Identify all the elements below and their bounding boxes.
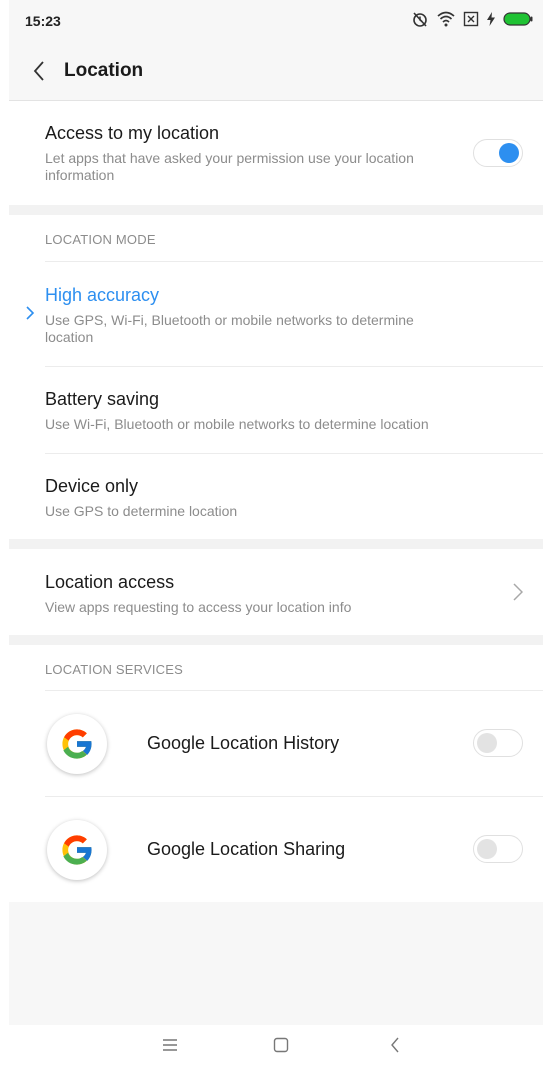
google-logo-icon — [47, 820, 107, 880]
mode-option-title: Device only — [45, 476, 139, 496]
location-services-section: LOCATION SERVICES Google Location Histor… — [9, 645, 543, 902]
mode-option-battery-saving[interactable]: Battery saving Use Wi-Fi, Bluetooth or m… — [9, 367, 543, 453]
toggle-knob — [477, 839, 497, 859]
selected-chevron-icon — [26, 306, 35, 320]
mode-option-high-accuracy[interactable]: High accuracy Use GPS, Wi-Fi, Bluetooth … — [9, 262, 543, 366]
nav-back-icon — [391, 1037, 399, 1053]
location-mode-section: LOCATION MODE High accuracy Use GPS, Wi-… — [9, 215, 543, 539]
mode-option-subtitle: Use Wi-Fi, Bluetooth or mobile networks … — [45, 416, 429, 432]
back-button[interactable] — [27, 58, 51, 84]
home-button[interactable] — [267, 1033, 295, 1057]
section-gap — [9, 635, 543, 645]
menu-icon — [163, 1039, 177, 1051]
mode-option-subtitle: Use GPS to determine location — [45, 503, 238, 519]
location-access-subtitle: View apps requesting to access your loca… — [45, 599, 352, 615]
access-title: Access to my location — [45, 123, 220, 143]
location-access-section: Location access View apps requesting to … — [9, 549, 543, 635]
back-arrow-icon — [33, 61, 44, 81]
location-mode-header: LOCATION MODE — [45, 232, 156, 247]
service-item-location-sharing[interactable]: Google Location Sharing — [9, 797, 543, 902]
access-toggle[interactable] — [473, 139, 523, 167]
page-title: Location — [64, 60, 144, 81]
home-square-icon — [273, 1037, 289, 1053]
battery-icon — [503, 11, 533, 31]
section-gap — [9, 205, 543, 215]
toggle-knob — [499, 143, 519, 163]
location-access-row[interactable]: Location access View apps requesting to … — [9, 549, 543, 635]
location-history-toggle[interactable] — [473, 729, 523, 757]
access-section: Access to my location Let apps that have… — [9, 101, 543, 205]
mode-option-device-only[interactable]: Device only Use GPS to determine locatio… — [9, 454, 543, 539]
location-access-title: Location access — [45, 572, 175, 592]
section-gap — [9, 539, 543, 549]
status-bar: 15:23 — [9, 0, 543, 44]
screen: 15:23 Location Access to my location Let… — [9, 0, 543, 1065]
navigation-bar — [9, 1025, 543, 1065]
location-sharing-toggle[interactable] — [473, 835, 523, 863]
access-row[interactable]: Access to my location Let apps that have… — [9, 101, 543, 205]
mode-option-subtitle: Use GPS, Wi-Fi, Bluetooth or mobile netw… — [45, 312, 414, 345]
header: Location — [9, 44, 543, 101]
menu-button[interactable] — [156, 1033, 184, 1057]
alarm-off-icon — [411, 10, 429, 33]
service-label: Google Location History — [147, 733, 340, 753]
chevron-right-icon — [513, 583, 523, 601]
location-services-header: LOCATION SERVICES — [45, 662, 184, 677]
google-logo-icon — [47, 714, 107, 774]
service-label: Google Location Sharing — [147, 839, 346, 859]
access-subtitle: Let apps that have asked your permission… — [45, 150, 414, 183]
wifi-icon — [437, 11, 455, 32]
status-time: 15:23 — [25, 13, 61, 29]
nav-back-button[interactable] — [381, 1033, 409, 1057]
toggle-knob — [477, 733, 497, 753]
mode-option-title: Battery saving — [45, 389, 160, 409]
no-sim-icon — [463, 11, 479, 32]
status-icons — [411, 10, 533, 32]
service-item-location-history[interactable]: Google Location History — [9, 691, 543, 796]
mode-option-title: High accuracy — [45, 285, 160, 305]
charging-bolt-icon — [487, 11, 495, 31]
